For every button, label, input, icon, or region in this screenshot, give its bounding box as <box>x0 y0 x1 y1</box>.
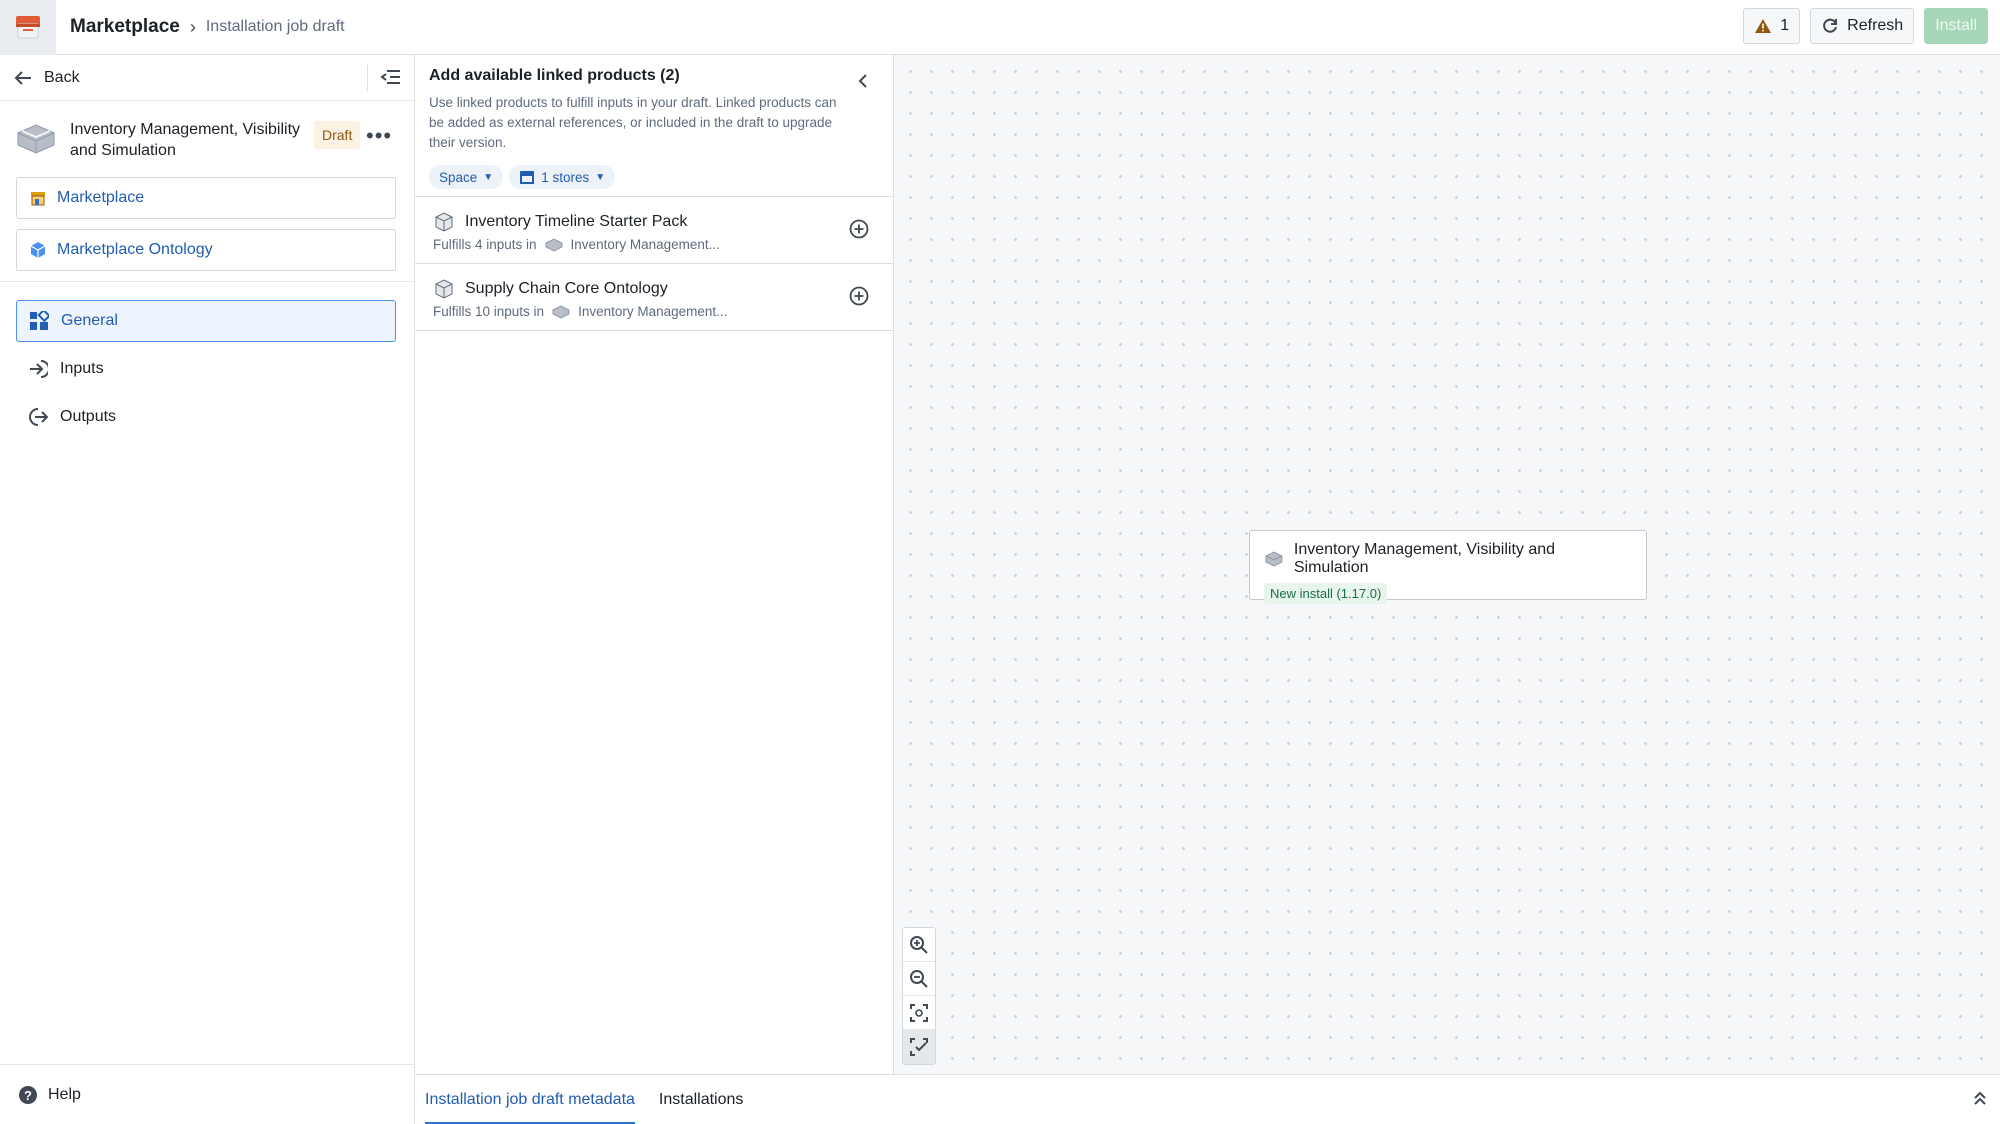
store-icon <box>31 192 45 206</box>
marketplace-app-icon[interactable] <box>0 0 56 55</box>
tab-installations[interactable]: Installations <box>659 1075 744 1124</box>
divider <box>367 65 368 91</box>
warnings-button[interactable]: 1 <box>1743 8 1801 44</box>
product-box-icon <box>1265 551 1283 567</box>
linked-products-header: Add available linked products (2) Use li… <box>415 55 893 197</box>
list-item[interactable]: Supply Chain Core Ontology Fulfills 10 i… <box>415 264 893 331</box>
product-node[interactable]: Inventory Management, Visibility and Sim… <box>1249 530 1647 604</box>
refresh-label: Refresh <box>1847 17 1904 34</box>
sidebar-item-label: General <box>61 312 118 329</box>
sidebar-item-label: Inputs <box>60 360 104 377</box>
linked-product-name: Supply Chain Core Ontology <box>465 280 668 297</box>
product-box-icon <box>545 237 563 252</box>
help-icon: ? <box>19 1085 37 1104</box>
space-filter[interactable]: Space ▼ <box>429 165 504 189</box>
store-icon <box>520 171 535 184</box>
breadcrumb-root[interactable]: Marketplace <box>70 16 180 38</box>
cube-icon <box>30 242 46 258</box>
fit-to-screen-button[interactable] <box>903 996 935 1030</box>
target-product: Inventory Management... <box>570 237 720 252</box>
sidebar-item-outputs[interactable]: Outputs <box>16 396 396 438</box>
arrow-left-icon[interactable] <box>14 70 32 86</box>
graph-canvas[interactable]: Inventory Management, Visibility and Sim… <box>894 55 2000 1074</box>
collapse-sidebar-icon[interactable] <box>380 67 402 87</box>
marketplace-link-label: Marketplace <box>57 189 145 206</box>
sidebar-item-label: Outputs <box>60 408 117 425</box>
caret-down-icon: ▼ <box>595 171 606 183</box>
panel-title: Add available linked products (2) <box>429 67 680 84</box>
fulfills-text: Fulfills 10 inputs in <box>433 304 545 319</box>
breadcrumb-current: Installation job draft <box>205 18 345 35</box>
sidebar-item-general[interactable]: General <box>16 300 396 342</box>
product-box-icon <box>17 124 55 154</box>
chevron-right-icon: › <box>189 16 196 37</box>
zoom-out-button[interactable] <box>903 962 935 996</box>
fulfills-text: Fulfills 4 inputs in <box>433 237 537 252</box>
new-install-tag: New install (1.17.0) <box>1264 583 1388 604</box>
help-label: Help <box>48 1085 81 1103</box>
zoom-in-button[interactable] <box>903 928 935 962</box>
warning-count: 1 <box>1780 17 1790 34</box>
panel-description: Use linked products to fulfill inputs in… <box>429 95 837 150</box>
zoom-controls <box>902 927 936 1065</box>
install-label: Install <box>1935 17 1977 34</box>
linked-product-name: Inventory Timeline Starter Pack <box>465 213 688 230</box>
dashboard-icon <box>30 311 49 330</box>
install-button[interactable]: Install <box>1924 8 1988 44</box>
tab-installation-job-draft-metadata[interactable]: Installation job draft metadata <box>425 1075 635 1124</box>
filters: Space ▼ 1 stores ▼ <box>429 165 879 189</box>
back-row: Back <box>0 55 414 101</box>
chevron-double-up-icon[interactable] <box>1972 1089 1988 1107</box>
warning-icon <box>1755 19 1772 33</box>
auto-layout-button[interactable] <box>903 1030 935 1064</box>
product-header: Inventory Management, Visibility and Sim… <box>0 101 414 177</box>
product-box-icon <box>552 304 570 319</box>
caret-down-icon: ▼ <box>483 171 494 183</box>
product-box-icon <box>435 279 453 299</box>
back-button[interactable]: Back <box>44 69 80 87</box>
add-circle-icon[interactable] <box>849 219 869 239</box>
linked-products-panel: Add available linked products (2) Use li… <box>415 55 894 1074</box>
add-circle-icon[interactable] <box>849 286 869 306</box>
bottom-tab-bar: Installation job draft metadata Installa… <box>415 1074 2000 1124</box>
zoom-out-icon <box>910 969 928 988</box>
product-title: Inventory Management, Visibility and Sim… <box>70 121 301 159</box>
list-item[interactable]: Inventory Timeline Starter Pack Fulfills… <box>415 197 893 264</box>
stores-filter[interactable]: 1 stores ▼ <box>509 165 616 189</box>
space-filter-label: Space <box>439 169 478 185</box>
sidebar-nav: General Inputs Outputs <box>0 282 414 438</box>
chevron-left-icon[interactable] <box>857 73 869 89</box>
svg-text:?: ? <box>24 1088 32 1103</box>
auto-layout-icon <box>910 1038 928 1056</box>
marketplace-link[interactable]: Marketplace <box>16 177 396 219</box>
left-sidebar: Back Inventory Management, Visibility an… <box>0 55 415 1124</box>
log-in-icon <box>30 360 48 378</box>
node-title: Inventory Management, Visibility and Sim… <box>1293 541 1556 576</box>
stores-filter-label: 1 stores <box>541 169 590 185</box>
top-bar: Marketplace › Installation job draft 1 R… <box>0 0 2000 55</box>
header-actions: 1 Refresh Install <box>1743 8 1988 44</box>
refresh-icon <box>1823 18 1838 33</box>
product-box-icon <box>435 212 453 232</box>
sidebar-item-inputs[interactable]: Inputs <box>16 348 396 390</box>
target-product: Inventory Management... <box>578 304 728 319</box>
refresh-button[interactable]: Refresh <box>1810 8 1915 44</box>
help-button[interactable]: ? Help <box>0 1064 414 1124</box>
draft-badge: Draft <box>314 121 361 149</box>
zoom-in-icon <box>910 935 928 954</box>
log-out-icon <box>29 408 48 426</box>
fit-screen-icon <box>910 1003 928 1022</box>
marketplace-ontology-link[interactable]: Marketplace Ontology <box>16 229 396 271</box>
more-options-icon[interactable]: ••• <box>366 123 392 149</box>
ontology-link-label: Marketplace Ontology <box>57 241 213 258</box>
